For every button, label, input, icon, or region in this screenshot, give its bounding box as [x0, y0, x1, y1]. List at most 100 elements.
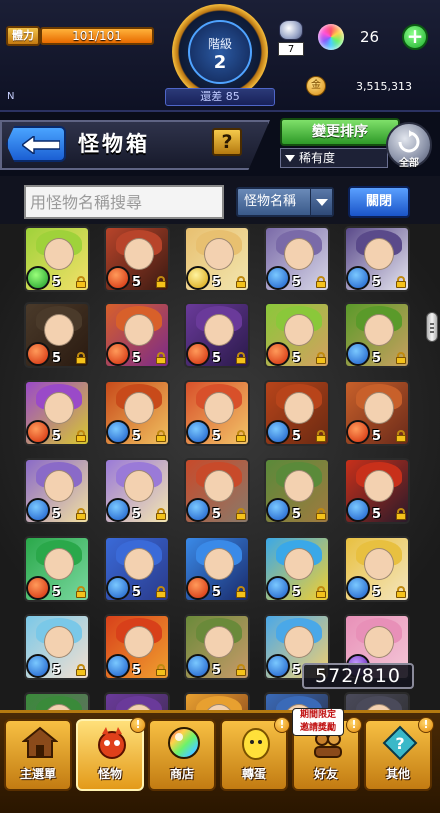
monster-card[interactable]: 5 — [104, 458, 170, 524]
search-input[interactable] — [24, 185, 224, 219]
monster-level: 5 — [52, 275, 62, 290]
monster-card[interactable]: 5 — [264, 380, 330, 446]
monster-card[interactable]: 5 — [24, 614, 90, 680]
rank-badge[interactable]: 階級 2 — [172, 4, 268, 100]
lock-body — [316, 591, 326, 598]
portrait-face — [364, 626, 394, 658]
monster-card[interactable]: 5 — [24, 302, 90, 368]
monster-card[interactable]: 5 — [264, 536, 330, 602]
nav-label: 主選單 — [19, 767, 56, 781]
coin-amount: 3,515,313 — [356, 80, 412, 93]
monster-level: 5 — [52, 663, 62, 678]
fire-element-icon — [266, 342, 290, 366]
wood-element-icon — [26, 266, 50, 290]
monster-card[interactable]: 5 — [184, 536, 250, 602]
monster-card[interactable] — [344, 692, 410, 710]
lock-body — [76, 591, 86, 598]
monster-card[interactable]: 5 — [344, 536, 410, 602]
sort-order-value: 稀有度 — [299, 151, 336, 165]
nav-rainbow-orb[interactable]: 商店 — [148, 719, 216, 791]
filter-all-label: 全部 — [399, 158, 419, 169]
monster-card[interactable]: 5 — [344, 458, 410, 524]
monster-icon — [94, 725, 130, 761]
nav-egg[interactable]: 轉蛋! — [220, 717, 290, 791]
water-element-icon — [266, 498, 290, 522]
sort-order-select[interactable]: 稀有度 — [280, 148, 388, 168]
monster-card[interactable] — [24, 692, 90, 710]
change-sort-button[interactable]: 變更排序 — [280, 118, 400, 146]
nav-question-box[interactable]: ? 其他! — [364, 717, 434, 791]
portrait-face — [284, 548, 314, 580]
lock-body — [316, 357, 326, 364]
monster-grid[interactable]: 5 5 5 5 5 5 5 5 5 5 5 5 5 5 5 5 5 5 5 5 5 5 5 5 5 5 5 5 5 — [0, 224, 440, 710]
monster-card[interactable] — [104, 692, 170, 710]
lock-icon — [76, 586, 86, 598]
monster-level: 5 — [212, 351, 222, 366]
close-search-button[interactable]: 關閉 — [348, 186, 410, 218]
water-element-icon — [266, 420, 290, 444]
water-element-icon — [106, 654, 130, 678]
lock-icon — [236, 586, 246, 598]
nav-monster[interactable]: 怪物! — [76, 717, 146, 791]
monster-card[interactable]: 5 — [264, 226, 330, 292]
lock-icon — [76, 508, 86, 520]
monster-card[interactable]: 5 — [24, 226, 90, 292]
monster-level: 5 — [132, 585, 142, 600]
monster-card[interactable]: 5 — [264, 302, 330, 368]
monster-card[interactable]: 5 — [344, 226, 410, 292]
monster-level: 5 — [212, 585, 222, 600]
monster-card[interactable]: 5 — [264, 458, 330, 524]
nav-label: 商店 — [169, 767, 194, 781]
house-icon — [21, 725, 59, 761]
lock-body — [396, 513, 406, 520]
light-element-icon — [186, 266, 210, 290]
help-button[interactable]: ? — [212, 128, 242, 156]
orb-bag-icon[interactable]: 7 — [278, 20, 304, 56]
monster-card[interactable]: 5 — [104, 614, 170, 680]
monster-card[interactable]: 5 — [344, 302, 410, 368]
lock-icon — [396, 430, 406, 442]
monster-card[interactable]: 5 — [184, 458, 250, 524]
water-element-icon — [346, 342, 370, 366]
monster-card[interactable]: 5 — [24, 536, 90, 602]
monster-card[interactable]: 5 — [24, 458, 90, 524]
monster-card[interactable]: 5 — [24, 380, 90, 446]
portrait-face — [364, 470, 394, 502]
back-button[interactable] — [6, 126, 66, 162]
portrait-face — [124, 548, 154, 580]
lock-body — [236, 513, 246, 520]
monster-level: 5 — [292, 429, 302, 444]
monster-card[interactable]: 5 — [344, 380, 410, 446]
monster-card[interactable]: 5 — [184, 302, 250, 368]
monster-card[interactable] — [184, 692, 250, 710]
fire-element-icon — [186, 576, 210, 600]
nav-label: 好友 — [313, 767, 338, 781]
monster-card[interactable]: 5 — [184, 614, 250, 680]
monster-level: 5 — [52, 429, 62, 444]
alert-badge: ! — [346, 717, 362, 733]
status-bar: 體力 101/101 階級 2 還差 85 7 26 + 金 3,515,313… — [0, 0, 440, 112]
grip-line — [430, 331, 434, 333]
monster-card[interactable]: 5 — [104, 302, 170, 368]
lock-icon — [76, 352, 86, 364]
lock-body — [236, 435, 246, 442]
lock-icon — [156, 430, 166, 442]
lock-body — [156, 513, 166, 520]
lock-body — [156, 669, 166, 676]
scrollbar-handle[interactable] — [426, 312, 438, 342]
portrait-face — [284, 392, 314, 424]
search-field-select[interactable]: 怪物名稱 — [236, 187, 334, 217]
buy-orbs-button[interactable]: + — [402, 24, 428, 50]
dropdown-toggle[interactable] — [310, 189, 332, 215]
monster-level: 5 — [52, 507, 62, 522]
lock-body — [76, 281, 86, 288]
bag-icon — [279, 20, 303, 40]
monster-card[interactable]: 5 — [104, 380, 170, 446]
nav-house[interactable]: 主選單 — [4, 719, 72, 791]
monster-card[interactable]: 5 — [104, 226, 170, 292]
monster-card[interactable]: 5 — [184, 226, 250, 292]
monster-card[interactable]: 5 — [104, 536, 170, 602]
lock-body — [156, 591, 166, 598]
monster-card[interactable]: 5 — [184, 380, 250, 446]
filter-all-button[interactable]: 全部 — [386, 122, 432, 169]
